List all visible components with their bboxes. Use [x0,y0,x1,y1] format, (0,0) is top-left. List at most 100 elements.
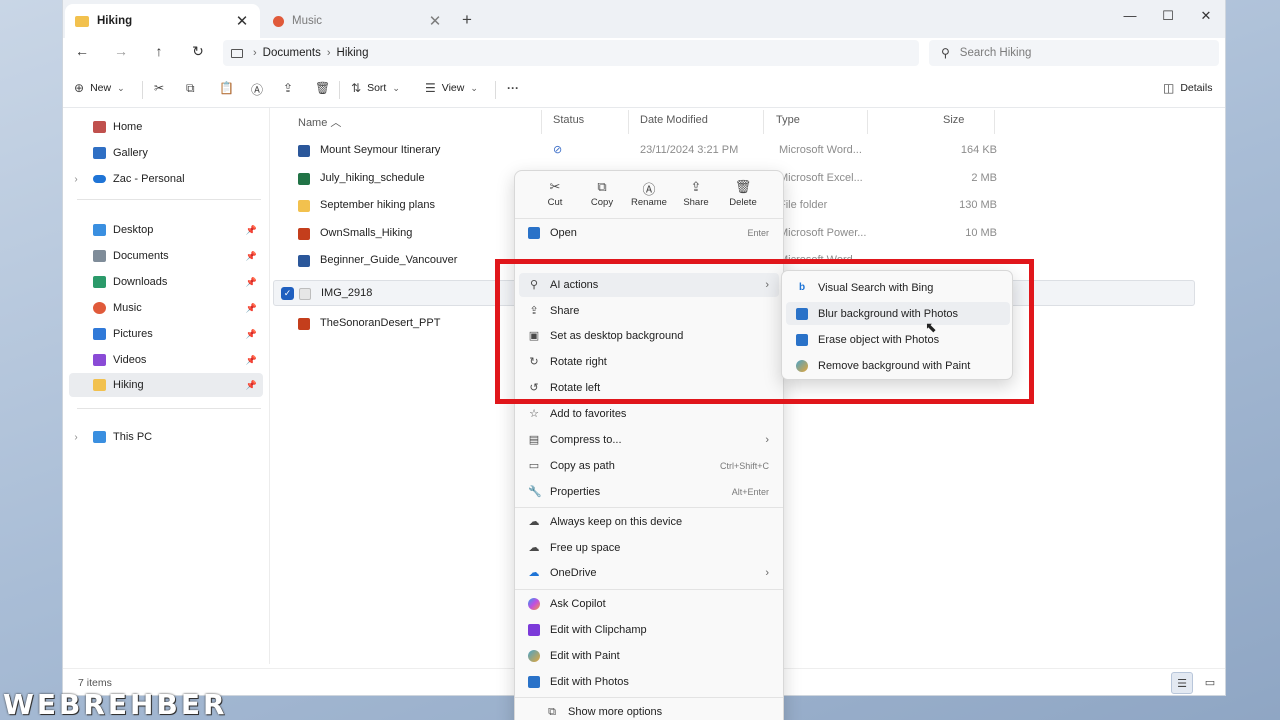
chevron-right-icon[interactable]: › [69,174,83,185]
pin-icon[interactable]: 📌 [246,380,257,391]
excel-icon [298,173,310,185]
sort-up-icon: ︿ [330,117,342,129]
pin-icon[interactable]: 📌 [246,251,257,262]
maximize-icon[interactable]: ☐ [1154,8,1182,24]
column-header-size[interactable]: Size [943,114,964,126]
rename-icon[interactable]: Ⓐ [251,81,263,98]
sync-status-icon: ⊘ [553,144,563,156]
sidebar-item-onedrive[interactable]: › Zac - Personal [69,167,263,191]
sidebar-item-label: Zac - Personal [113,173,185,185]
file-date: 23/11/2024 3:21 PM [640,144,739,156]
menu-item-compress[interactable]: ▤ Compress to... › [519,428,779,452]
column-header-status[interactable]: Status [553,114,584,126]
quick-action-cut[interactable]: ✂ Cut [532,179,578,208]
sidebar-item-label: Hiking [113,379,144,391]
pin-icon[interactable]: 📌 [246,277,257,288]
close-window-icon[interactable]: ✕ [1192,8,1220,24]
sidebar-item-pictures[interactable]: Pictures 📌 [69,322,263,346]
breadcrumb-hiking[interactable]: Hiking [337,47,369,59]
column-header-name[interactable]: Name ︿ [298,114,341,130]
column-header-date-modified[interactable]: Date Modified [640,114,708,126]
refresh-icon[interactable]: ↻ [187,43,209,60]
tiles-view-icon[interactable]: ▭ [1199,672,1221,694]
pin-icon[interactable]: 📌 [246,225,257,236]
view-button[interactable]: ☰ View ⌄ [425,81,478,95]
chevron-down-icon: ⌄ [117,82,125,93]
quick-action-copy[interactable]: ⧉ Copy [579,179,625,208]
sidebar-item-downloads[interactable]: Downloads 📌 [69,270,263,294]
file-type: File folder [779,199,828,211]
share-icon[interactable]: ⇪ [283,81,293,95]
menu-item-edit-with-photos[interactable]: Edit with Photos [519,670,779,694]
forward-icon[interactable]: → [110,43,132,59]
command-bar: ⊕ New ⌄ ✂ ⧉ 📋 Ⓐ ⇪ 🗑 ⇅ Sort ⌄ ☰ View ⌄ ··… [63,72,1225,108]
pin-icon[interactable]: 📌 [246,303,257,314]
file-size: 10 MB [965,227,997,239]
column-header-type[interactable]: Type [776,114,800,126]
pin-icon[interactable]: 📌 [246,355,257,366]
chevron-right-icon: › [765,434,769,446]
sidebar-item-music[interactable]: Music 📌 [69,296,263,320]
word-icon [298,255,310,267]
details-button[interactable]: ◫ Details [1163,81,1212,95]
menu-item-ask-copilot[interactable]: Ask Copilot [519,592,779,616]
sidebar-item-gallery[interactable]: Gallery [69,141,263,165]
more-options-icon[interactable]: ··· [507,81,519,95]
cut-icon[interactable]: ✂ [154,81,164,95]
menu-item-edit-with-paint[interactable]: Edit with Paint [519,644,779,668]
sidebar-item-label: Pictures [113,328,153,340]
tab-label: Hiking [97,15,133,27]
delete-icon[interactable]: 🗑 [315,81,330,95]
paste-icon[interactable]: 📋 [219,81,234,95]
search-box[interactable]: ⚲ Search Hiking [929,40,1219,66]
details-view-icon[interactable]: ☰ [1171,672,1193,694]
pin-icon[interactable]: 📌 [246,329,257,340]
file-name: OwnSmalls_Hiking [320,227,413,239]
quick-action-rename[interactable]: Ⓐ Rename [626,179,672,208]
word-icon [298,145,310,157]
new-tab-icon[interactable]: + [462,10,472,30]
sidebar-item-documents[interactable]: Documents 📌 [69,244,263,268]
quick-action-label: Copy [590,197,614,208]
copy-icon[interactable]: ⧉ [186,81,195,96]
tab-music[interactable]: Music ✕ [263,4,453,38]
plus-circle-icon: ⊕ [74,81,85,95]
menu-item-add-to-favorites[interactable]: ☆ Add to favorites [519,402,779,426]
file-name: IMG_2918 [321,287,373,299]
close-tab-icon[interactable]: ✕ [234,12,250,30]
menu-item-edit-with-clipchamp[interactable]: Edit with Clipchamp [519,618,779,642]
chevron-down-icon: ⌄ [392,82,400,93]
minimize-icon[interactable]: — [1116,8,1144,23]
close-tab-icon[interactable]: ✕ [427,12,443,30]
menu-item-free-up-space[interactable]: ☁ Free up space [519,536,779,560]
quick-action-share[interactable]: ⇪ Share [673,179,719,208]
file-name: TheSonoranDesert_PPT [320,317,441,329]
new-button[interactable]: ⊕ New ⌄ [74,81,125,95]
sidebar-item-this-pc[interactable]: › This PC [69,425,263,449]
menu-item-open[interactable]: Open Enter [519,221,779,245]
star-icon: ☆ [529,408,539,420]
tab-hiking[interactable]: Hiking ✕ [65,4,260,38]
address-bar[interactable]: › Documents › Hiking [223,40,919,66]
menu-item-properties[interactable]: 🔧 Properties Alt+Enter [519,480,779,504]
file-row[interactable]: Mount Seymour Itinerary ⊘ 23/11/2024 3:2… [273,138,1195,164]
delete-icon: 🗑 [734,179,752,194]
chevron-right-icon[interactable]: › [69,432,83,443]
sidebar-item-home[interactable]: Home [69,115,263,139]
back-icon[interactable]: ← [71,43,93,59]
up-icon[interactable]: ↑ [148,43,170,59]
checkbox-checked-icon[interactable]: ✓ [281,287,294,300]
menu-item-show-more-options[interactable]: ⧉ Show more options [537,700,797,720]
sidebar-item-desktop[interactable]: Desktop 📌 [69,218,263,242]
breadcrumb-documents[interactable]: Documents [263,47,321,59]
sort-button[interactable]: ⇅ Sort ⌄ [351,81,400,95]
quick-action-delete[interactable]: 🗑 Delete [720,179,766,208]
sidebar-item-hiking[interactable]: Hiking 📌 [69,373,263,397]
sidebar-item-videos[interactable]: Videos 📌 [69,348,263,372]
menu-item-copy-as-path[interactable]: ▭ Copy as path Ctrl+Shift+C [519,454,779,478]
menu-item-onedrive[interactable]: ☁ OneDrive › [519,561,779,585]
music-icon [273,15,284,27]
menu-item-always-keep[interactable]: ☁ Always keep on this device [519,510,779,534]
onedrive-icon: ☁ [528,567,540,579]
sort-label: Sort [367,82,387,94]
